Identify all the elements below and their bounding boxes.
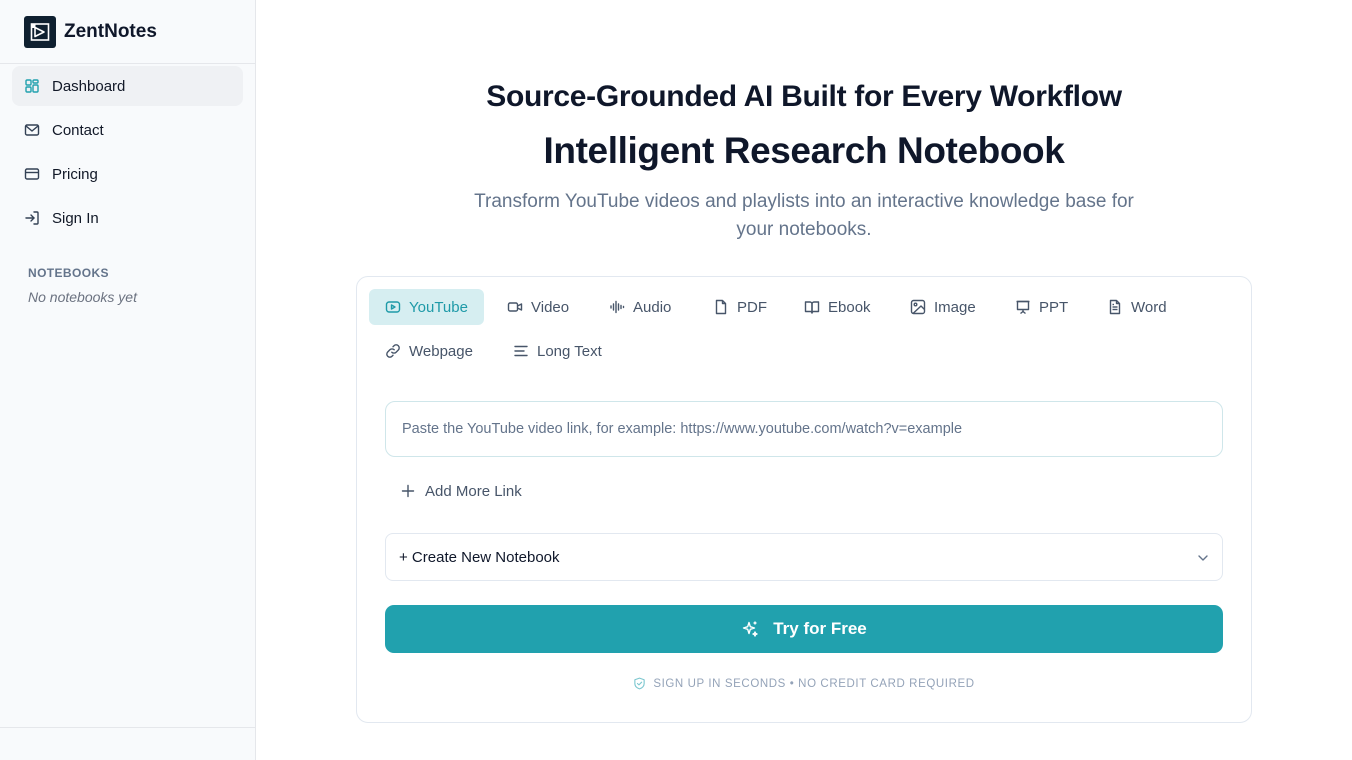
- presentation-icon: [1016, 300, 1030, 315]
- sidebar-item-dashboard[interactable]: Dashboard: [12, 66, 243, 106]
- mail-icon: [24, 122, 40, 138]
- audio-waveform-icon: [610, 300, 625, 314]
- link-icon: [386, 344, 400, 358]
- sidebar: ZentNotes Dashboard Contact Pricing Sign…: [0, 0, 256, 760]
- tab-label: Ebook: [828, 298, 871, 316]
- tab-pdf[interactable]: PDF: [697, 289, 783, 325]
- tab-ebook[interactable]: Ebook: [788, 289, 887, 325]
- credit-card-icon: [24, 166, 40, 182]
- tab-label: Audio: [633, 298, 672, 316]
- notebook-select[interactable]: + Create New Notebook: [385, 533, 1223, 581]
- signup-note: SIGN UP IN SECONDS • NO CREDIT CARD REQU…: [357, 677, 1251, 690]
- sidebar-item-sign-in[interactable]: Sign In: [12, 198, 243, 238]
- sidebar-item-label: Dashboard: [52, 77, 126, 95]
- tab-label: PPT: [1039, 298, 1069, 316]
- hero-subtitle: Transform YouTube videos and playlists i…: [474, 191, 1134, 240]
- tab-word[interactable]: Word: [1091, 289, 1183, 325]
- logo-icon: [24, 15, 56, 48]
- sparkles-icon: [743, 621, 758, 637]
- notebook-select-value: + Create New Notebook: [399, 548, 560, 566]
- file-icon: [715, 299, 727, 315]
- signup-note-text: SIGN UP IN SECONDS • NO CREDIT CARD REQU…: [653, 677, 975, 690]
- sidebar-nav: Dashboard Contact Pricing Sign In: [0, 64, 255, 238]
- sidebar-item-label: Contact: [52, 121, 104, 139]
- tab-label: Video: [531, 298, 570, 316]
- add-more-link-button[interactable]: Add More Link: [401, 477, 522, 505]
- image-icon: [910, 299, 926, 315]
- sidebar-item-label: Pricing: [52, 165, 98, 183]
- notebooks-header: NOTEBOOKS: [28, 266, 109, 280]
- hero-headline: Source-Grounded AI Built for Every Workf…: [486, 80, 1122, 113]
- app-name: ZentNotes: [64, 20, 157, 42]
- book-icon: [804, 301, 820, 314]
- chevron-down-icon: [1198, 555, 1208, 561]
- brand[interactable]: ZentNotes: [0, 0, 255, 64]
- tab-webpage[interactable]: Webpage: [369, 333, 489, 369]
- document-text-icon: [1109, 299, 1121, 315]
- sidebar-item-contact[interactable]: Contact: [12, 110, 243, 150]
- plus-icon: [401, 484, 415, 498]
- tab-label: YouTube: [409, 298, 468, 316]
- tab-youtube[interactable]: YouTube: [369, 289, 484, 325]
- add-more-link-label: Add More Link: [425, 482, 522, 500]
- notebooks-empty-state: No notebooks yet: [28, 289, 137, 305]
- page-title: Intelligent Research Notebook: [543, 130, 1065, 171]
- main-content: Source-Grounded AI Built for Every Workf…: [256, 0, 1352, 760]
- sidebar-footer-divider: [0, 727, 255, 728]
- source-input-card: YouTube Video Audio PDF Ebook Image PPT …: [356, 276, 1252, 723]
- tab-label: PDF: [737, 298, 767, 316]
- youtube-icon: [385, 301, 401, 313]
- sidebar-item-label: Sign In: [52, 209, 99, 227]
- tab-video[interactable]: Video: [491, 289, 585, 325]
- text-lines-icon: [514, 345, 528, 357]
- tab-label: Word: [1131, 298, 1167, 316]
- cta-label: Try for Free: [773, 619, 867, 638]
- try-for-free-button[interactable]: Try for Free: [385, 605, 1223, 653]
- tab-ppt[interactable]: PPT: [999, 289, 1084, 325]
- dashboard-icon: [24, 78, 40, 94]
- video-camera-icon: [507, 302, 523, 312]
- tab-label: Image: [934, 298, 976, 316]
- youtube-link-input[interactable]: [385, 401, 1223, 457]
- shield-check-icon: [634, 677, 646, 690]
- tab-image[interactable]: Image: [894, 289, 992, 325]
- tab-label: Long Text: [537, 342, 602, 360]
- sign-in-icon: [24, 210, 40, 226]
- sidebar-item-pricing[interactable]: Pricing: [12, 154, 243, 194]
- tab-audio[interactable]: Audio: [593, 289, 687, 325]
- tab-long-text[interactable]: Long Text: [497, 333, 618, 369]
- tab-label: Webpage: [409, 342, 473, 360]
